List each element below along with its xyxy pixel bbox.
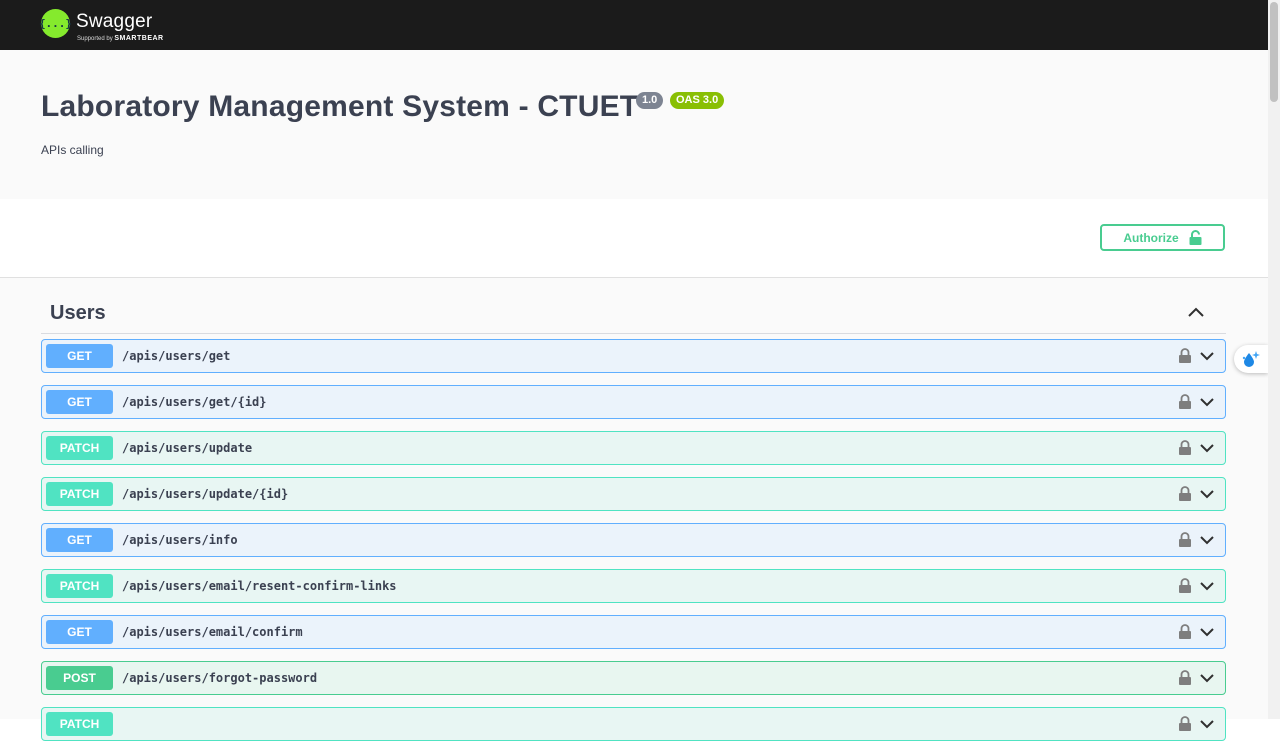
method-badge: POST	[46, 666, 113, 690]
oas-badge: OAS 3.0	[670, 92, 725, 109]
chevron-down-icon[interactable]	[1199, 350, 1215, 362]
opblock-patch[interactable]: PATCH/apis/users/update/{id}	[41, 477, 1226, 511]
lock-icon[interactable]	[1179, 624, 1191, 639]
logo-sub-prefix: Supported by	[77, 36, 113, 42]
unlock-icon	[1189, 230, 1202, 245]
logo-subtitle: Supported by SMARTBEAR	[77, 35, 164, 42]
lock-icon[interactable]	[1179, 716, 1191, 731]
tag-section-header[interactable]: Users	[41, 278, 1226, 334]
chevron-down-icon[interactable]	[1199, 488, 1215, 500]
method-badge: PATCH	[46, 436, 113, 460]
endpoint-path: /apis/users/email/resent-confirm-links	[122, 579, 397, 593]
opblock-patch[interactable]: PATCH	[41, 707, 1226, 741]
lock-icon[interactable]	[1179, 670, 1191, 685]
opblock-patch[interactable]: PATCH/apis/users/update	[41, 431, 1226, 465]
endpoint-path: /apis/users/update/{id}	[122, 487, 289, 501]
opblock-post[interactable]: POST/apis/users/forgot-password	[41, 661, 1226, 695]
chevron-down-icon[interactable]	[1199, 718, 1215, 730]
swagger-logo-icon: {...}	[39, 9, 72, 38]
version-badge: 1.0	[636, 92, 664, 109]
swagger-logo[interactable]: {...} Swagger Supported by SMARTBEAR	[39, 9, 164, 42]
scrollbar-thumb[interactable]	[1270, 2, 1278, 102]
api-description: APIs calling	[41, 143, 104, 157]
chevron-down-icon[interactable]	[1199, 442, 1215, 454]
method-badge: GET	[46, 620, 113, 644]
operations-main: Users GET/apis/users/get GET/apis/users/g…	[0, 278, 1268, 741]
endpoint-path: /apis/users/forgot-password	[122, 671, 318, 685]
chevron-down-icon[interactable]	[1199, 580, 1215, 592]
authorize-button[interactable]: Authorize	[1100, 224, 1225, 251]
method-badge: GET	[46, 528, 113, 552]
lock-icon[interactable]	[1179, 532, 1191, 547]
opblock-get[interactable]: GET/apis/users/info	[41, 523, 1226, 557]
logo-name: Swagger	[76, 11, 153, 32]
scrollbar[interactable]	[1268, 0, 1280, 719]
assistant-float-button[interactable]	[1234, 345, 1268, 373]
chevron-down-icon[interactable]	[1199, 672, 1215, 684]
lock-icon[interactable]	[1179, 578, 1191, 593]
endpoint-path: /apis/users/get	[122, 349, 231, 363]
endpoint-path: /apis/users/email/confirm	[122, 625, 303, 639]
scheme-container: Authorize	[0, 199, 1268, 278]
lock-icon[interactable]	[1179, 440, 1191, 455]
lock-icon[interactable]	[1179, 348, 1191, 363]
lock-icon[interactable]	[1179, 486, 1191, 501]
endpoint-path: /apis/users/get/{id}	[122, 395, 267, 409]
method-badge: PATCH	[46, 482, 113, 506]
method-badge: GET	[46, 344, 113, 368]
info-section: Laboratory Management System - CTUET 1.0…	[0, 50, 1268, 199]
method-badge: GET	[46, 390, 113, 414]
opblock-get[interactable]: GET/apis/users/get/{id}	[41, 385, 1226, 419]
chevron-up-icon[interactable]	[1186, 304, 1206, 320]
chevron-down-icon[interactable]	[1199, 534, 1215, 546]
topbar: {...} Swagger Supported by SMARTBEAR	[0, 0, 1268, 50]
chevron-down-icon[interactable]	[1199, 626, 1215, 638]
authorize-label: Authorize	[1123, 230, 1179, 245]
opblock-get[interactable]: GET/apis/users/email/confirm	[41, 615, 1226, 649]
sparkle-droplet-icon	[1242, 351, 1260, 367]
operations-list: GET/apis/users/get GET/apis/users/get/{id…	[41, 339, 1226, 753]
logo-text: Swagger Supported by SMARTBEAR	[76, 9, 164, 42]
endpoint-path: /apis/users/info	[122, 533, 238, 547]
opblock-patch[interactable]: PATCH/apis/users/email/resent-confirm-li…	[41, 569, 1226, 603]
opblock-get[interactable]: GET/apis/users/get	[41, 339, 1226, 373]
page-title: Laboratory Management System - CTUET	[41, 90, 639, 123]
logo-sub-brand: SMARTBEAR	[114, 35, 164, 42]
endpoint-path: /apis/users/update	[122, 441, 253, 455]
lock-icon[interactable]	[1179, 394, 1191, 409]
method-badge: PATCH	[46, 712, 113, 736]
chevron-down-icon[interactable]	[1199, 396, 1215, 408]
tag-title: Users	[50, 302, 106, 324]
method-badge: PATCH	[46, 574, 113, 598]
